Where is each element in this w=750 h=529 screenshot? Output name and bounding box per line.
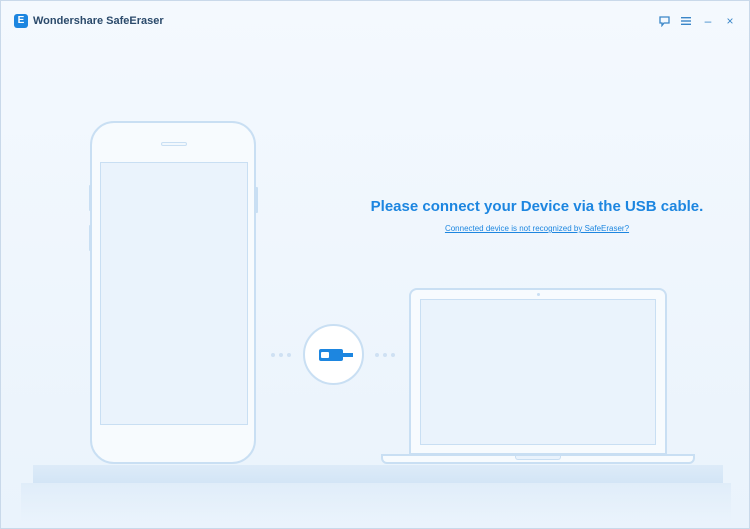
usb-plug-tip (321, 352, 329, 358)
laptop-illustration (409, 288, 667, 455)
phone-illustration (90, 121, 256, 464)
connect-device-headline: Please connect your Device via the USB c… (370, 198, 704, 215)
app-logo-icon: E (14, 14, 28, 28)
dot (271, 353, 275, 357)
laptop-camera (537, 293, 540, 296)
title-bar[interactable]: E Wondershare SafeEraser – × (1, 1, 749, 41)
dot (287, 353, 291, 357)
dot (279, 353, 283, 357)
phone-side-button (89, 185, 92, 211)
dot (391, 353, 395, 357)
menu-icon (681, 17, 691, 25)
phone-side-button (255, 187, 258, 213)
dot (375, 353, 379, 357)
close-button[interactable]: × (723, 14, 737, 28)
phone-screen (100, 162, 248, 425)
connection-dots-right (375, 353, 395, 357)
window-title: Wondershare SafeEraser (33, 15, 164, 27)
phone-side-button (89, 225, 92, 251)
phone-speaker (161, 142, 187, 146)
feedback-button[interactable] (657, 14, 671, 28)
feedback-icon (658, 15, 670, 27)
usb-connector-badge (303, 324, 364, 385)
minimize-button[interactable]: – (701, 14, 715, 28)
laptop-base (381, 454, 695, 464)
app-window: E Wondershare SafeEraser – × Please conn… (0, 0, 750, 529)
window-controls: – × (657, 14, 737, 28)
usb-cable (343, 353, 353, 357)
connection-dots-left (271, 353, 291, 357)
laptop-notch (515, 456, 561, 460)
device-not-recognized-link[interactable]: Connected device is not recognized by Sa… (331, 223, 743, 235)
shelf (33, 465, 723, 483)
menu-button[interactable] (679, 14, 693, 28)
laptop-screen (420, 299, 656, 445)
shelf-shadow (21, 483, 731, 523)
dot (383, 353, 387, 357)
